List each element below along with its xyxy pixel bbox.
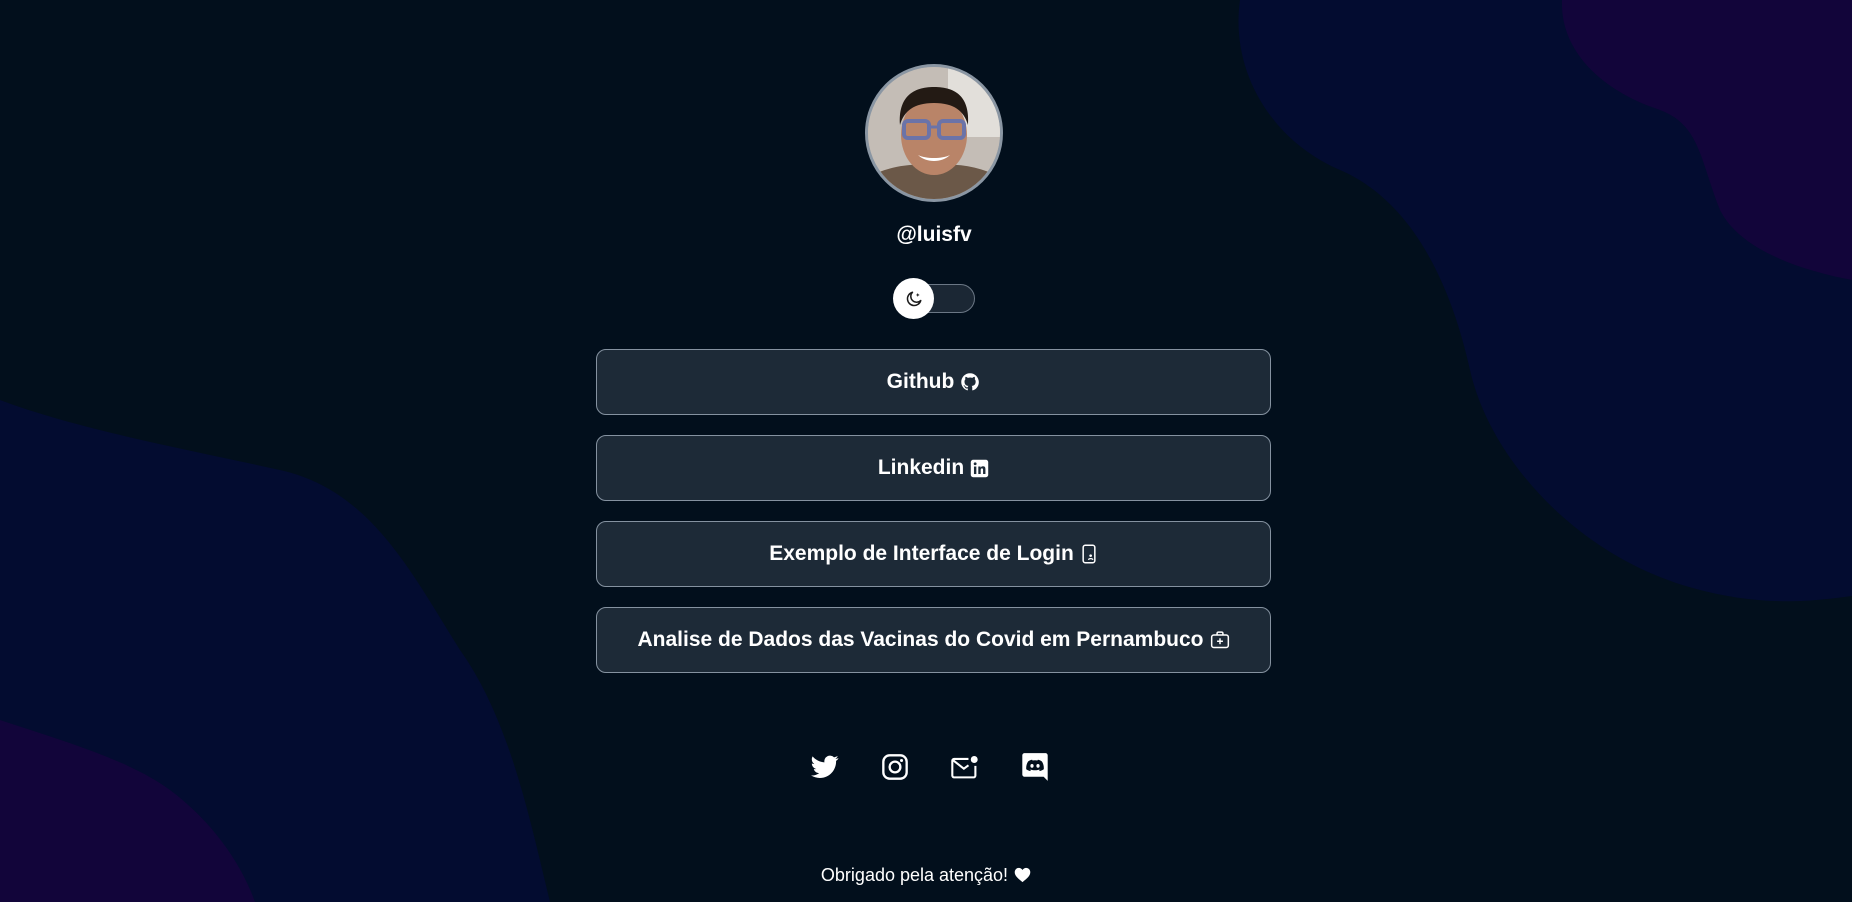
instagram-icon <box>882 754 908 780</box>
toggle-knob[interactable] <box>893 278 934 319</box>
instagram-link[interactable] <box>880 752 910 782</box>
link-button-github[interactable]: Github <box>596 349 1271 415</box>
twitter-link[interactable] <box>810 752 840 782</box>
link-label: Github <box>886 370 955 393</box>
link-label: Linkedin <box>877 456 965 479</box>
medical-case-icon <box>1210 630 1230 650</box>
link-button-login-interface[interactable]: Exemplo de Interface de Login <box>596 521 1271 587</box>
social-icons <box>810 752 1060 782</box>
link-list: Github Linkedin Exemplo de Interface de … <box>596 349 1271 693</box>
link-label: Exemplo de Interface de Login <box>769 542 1074 565</box>
twitter-icon <box>811 755 839 778</box>
profile-card: @luisfv Github Linkedin Exemplo de Inter… <box>0 0 1852 902</box>
email-link[interactable] <box>950 752 980 782</box>
avatar <box>865 64 1003 202</box>
github-icon <box>960 372 980 392</box>
footer-text: Obrigado pela atenção! <box>820 865 1009 885</box>
discord-link[interactable] <box>1020 752 1050 782</box>
moon-stars-icon <box>906 291 921 306</box>
link-label: Analise de Dados das Vacinas do Covid em… <box>637 628 1204 651</box>
linkedin-icon <box>970 459 989 478</box>
footer-message: Obrigado pela atenção! <box>776 862 1076 888</box>
avatar-photo <box>868 67 1000 199</box>
link-button-covid-vaccine-analysis[interactable]: Analise de Dados das Vacinas do Covid em… <box>596 607 1271 673</box>
email-icon <box>951 756 978 779</box>
username: @luisfv <box>896 223 972 246</box>
link-button-linkedin[interactable]: Linkedin <box>596 435 1271 501</box>
theme-toggle[interactable] <box>893 278 975 319</box>
phone-login-icon <box>1080 544 1098 564</box>
heart-icon <box>1014 867 1031 883</box>
discord-icon <box>1022 753 1048 781</box>
